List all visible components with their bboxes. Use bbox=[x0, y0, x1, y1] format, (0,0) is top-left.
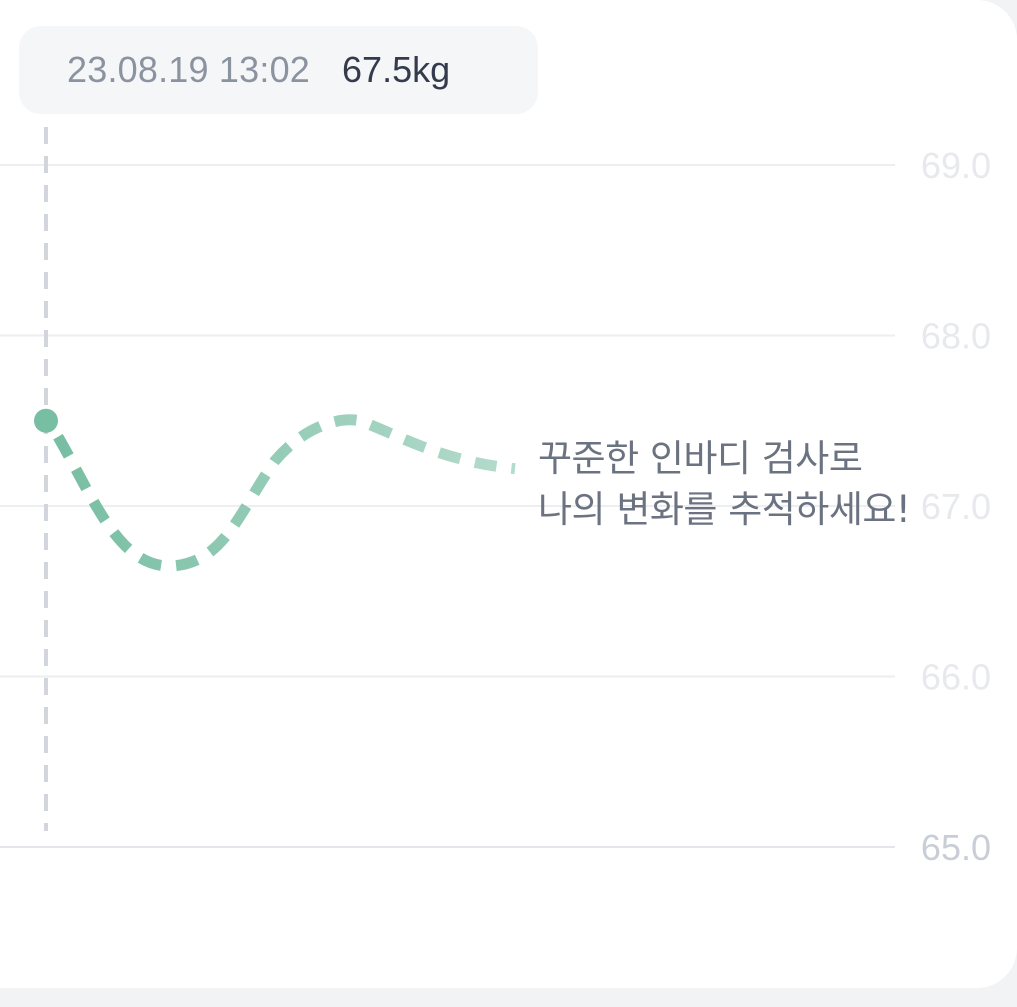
data-point[interactable] bbox=[34, 408, 58, 433]
y-tick-label: 69.0 bbox=[921, 145, 991, 186]
empty-state-message: 꾸준한 인바디 검사로 나의 변화를 추적하세요! bbox=[538, 433, 911, 535]
trend-curve-path bbox=[53, 414, 516, 572]
tooltip-weight: 67.5kg bbox=[342, 49, 451, 90]
y-axis-ticks: 69.0 68.0 67.0 66.0 65.0 bbox=[921, 145, 991, 868]
y-tick-label: 67.0 bbox=[921, 486, 991, 527]
y-tick-label: 68.0 bbox=[921, 316, 991, 357]
y-tick-label: 65.0 bbox=[921, 827, 991, 868]
value-tooltip: 23.08.19 13:02 67.5kg bbox=[19, 26, 538, 114]
tooltip-datetime: 23.08.19 13:02 bbox=[67, 49, 311, 90]
message-line-1: 꾸준한 인바디 검사로 bbox=[538, 437, 863, 480]
sample-trend-curve bbox=[53, 414, 516, 572]
chart-card: 69.0 68.0 67.0 66.0 65.0 23.08.19 13:02 67.5… bbox=[0, 0, 1017, 988]
message-line-2: 나의 변화를 추적하세요! bbox=[538, 488, 911, 531]
y-tick-label: 66.0 bbox=[921, 657, 991, 698]
